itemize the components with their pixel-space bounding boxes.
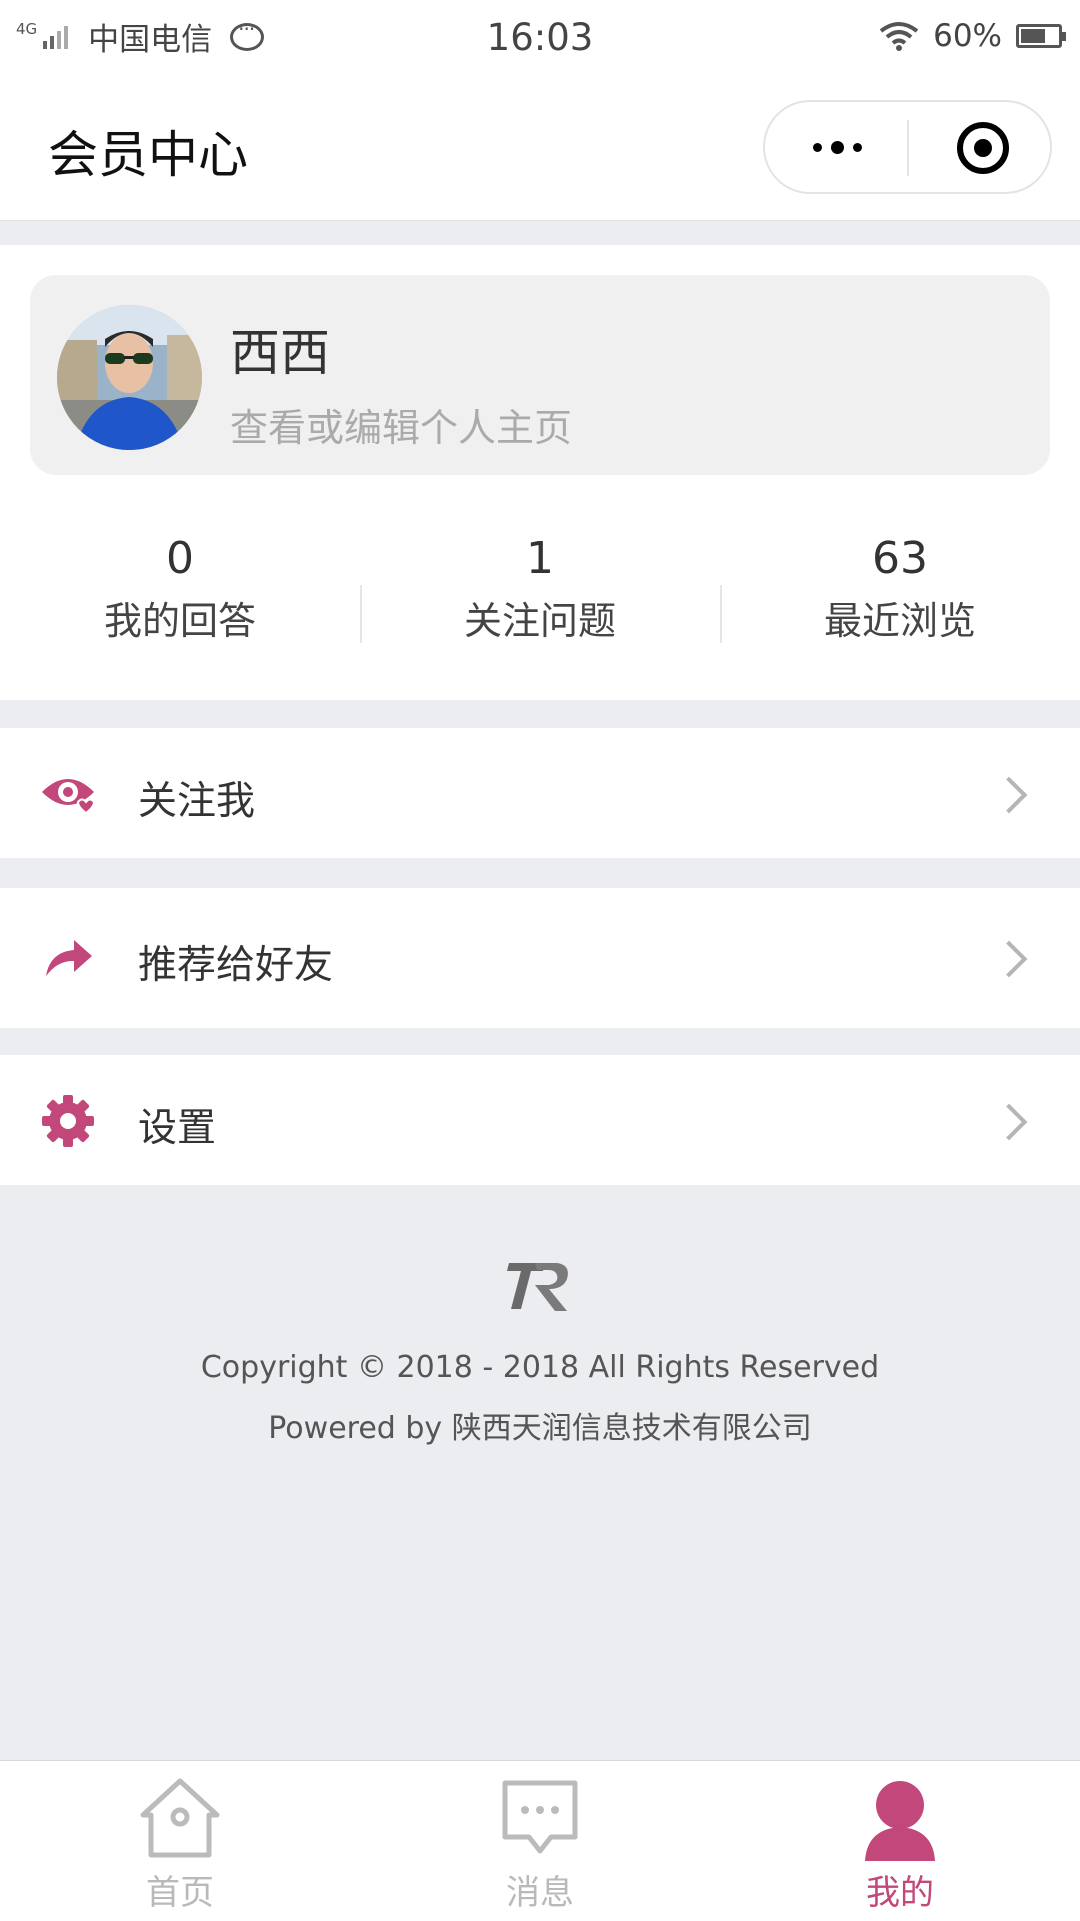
tab-label: 消息 (506, 1873, 574, 1913)
eye-heart-icon (42, 779, 96, 815)
capsule-divider (907, 120, 909, 176)
stat-label: 我的回答 (103, 599, 256, 643)
home-icon (140, 1778, 220, 1858)
tab-bar: 首页 消息 我的 (0, 1760, 1080, 1921)
stats-row: 0 我的回答 1 关注问题 63 最近浏览 (0, 525, 1080, 665)
copyright-text: Copyright © 2018 - 2018 All Rights Reser… (200, 1350, 880, 1385)
tab-mine[interactable]: 我的 (720, 1761, 1080, 1921)
tab-messages[interactable]: 消息 (360, 1761, 720, 1921)
avatar[interactable] (57, 305, 202, 450)
chevron-right-icon (990, 940, 1028, 978)
nav-bar: 会员中心 (0, 75, 1080, 221)
profile-edit-link[interactable]: 查看或编辑个人主页 (230, 397, 572, 452)
menu-item-recommend[interactable]: 推荐给好友 (0, 888, 1080, 1028)
battery-icon (1016, 24, 1066, 48)
message-icon (502, 1780, 578, 1854)
powered-by-text: Powered by 陕西天润信息技术有限公司 (268, 1411, 812, 1446)
page-title: 会员中心 (48, 126, 248, 184)
more-icon[interactable] (805, 132, 869, 162)
menu-label: 关注我 (138, 779, 256, 824)
status-right: 60% (879, 18, 1066, 54)
profile-header[interactable]: 西西 查看或编辑个人主页 (30, 275, 1050, 475)
tab-label: 首页 (146, 1873, 214, 1913)
share-icon (46, 940, 92, 976)
tab-home[interactable]: 首页 (0, 1761, 360, 1921)
stat-value: 0 (166, 533, 194, 584)
menu-item-follow-me[interactable]: 关注我 (0, 728, 1080, 858)
user-icon (865, 1781, 935, 1861)
status-bar: 4G 中国电信 16:03 60% (0, 0, 1080, 75)
stat-value: 63 (872, 533, 928, 584)
close-target-icon[interactable] (957, 122, 1009, 174)
menu-label: 设置 (138, 1106, 217, 1151)
stat-followed-questions[interactable]: 1 关注问题 (360, 525, 720, 665)
miniprogram-capsule (763, 100, 1052, 194)
menu-label: 推荐给好友 (138, 943, 334, 988)
stat-label: 最近浏览 (823, 599, 976, 643)
company-logo (507, 1263, 568, 1311)
gear-icon (42, 1095, 94, 1147)
battery-percent: 60% (933, 18, 1002, 54)
stat-recent-views[interactable]: 63 最近浏览 (720, 525, 1080, 665)
profile-card: 西西 查看或编辑个人主页 0 我的回答 1 关注问题 63 最近浏览 (0, 245, 1080, 700)
tab-label: 我的 (866, 1873, 934, 1913)
profile-name: 西西 (230, 324, 330, 382)
chevron-right-icon (990, 1103, 1028, 1141)
wifi-icon (879, 22, 919, 51)
stat-my-answers[interactable]: 0 我的回答 (0, 525, 360, 665)
stat-label: 关注问题 (463, 599, 616, 643)
chevron-right-icon (990, 776, 1028, 814)
stat-value: 1 (526, 533, 554, 584)
menu-item-settings[interactable]: 设置 (0, 1055, 1080, 1185)
